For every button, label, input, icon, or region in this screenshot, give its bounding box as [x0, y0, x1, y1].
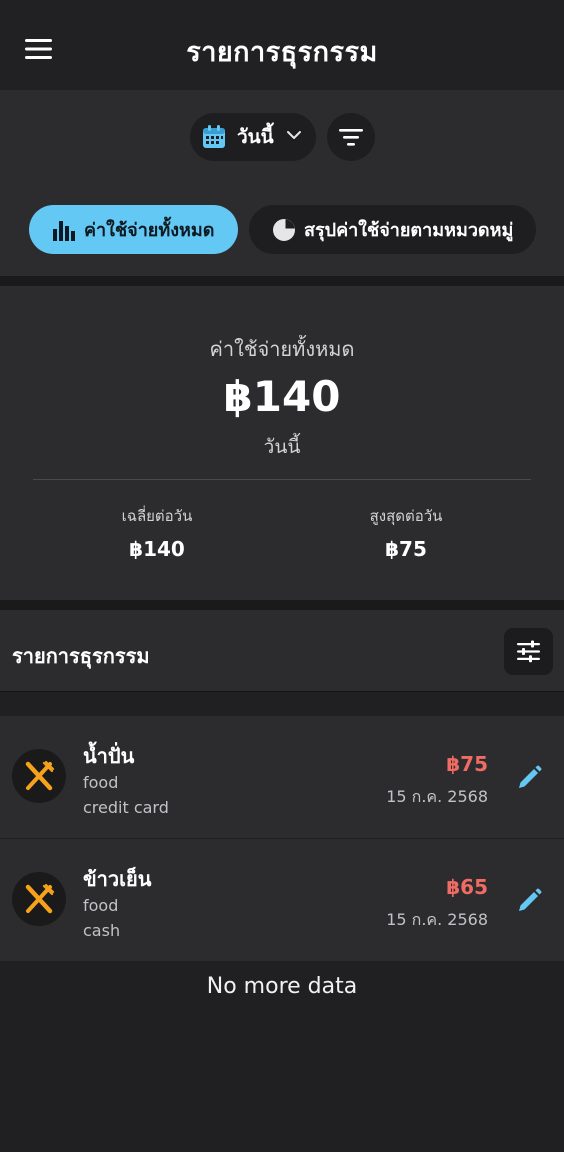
transaction-item[interactable]: ข้าวเย็น food cash ฿65 15 ก.ค. 2568: [0, 839, 564, 961]
max-value: ฿75: [385, 537, 427, 561]
pie-chart-icon: [273, 218, 295, 241]
section-divider: [0, 600, 564, 610]
sliders-icon: [517, 640, 540, 663]
tab-label: ค่าใช้จ่ายทั้งหมด: [84, 220, 215, 241]
edit-icon[interactable]: [515, 764, 543, 792]
summary-total: ฿140: [223, 372, 341, 421]
page-title: รายการธุรกรรม: [186, 37, 378, 68]
tab-total-expenses[interactable]: ค่าใช้จ่ายทั้งหมด: [29, 205, 238, 254]
transaction-date: 15 ก.ค. 2568: [386, 787, 488, 806]
average-value: ฿140: [129, 537, 185, 561]
date-range-label: วันนี้: [237, 126, 274, 148]
category-avatar: [12, 749, 66, 803]
transaction-payment-method: cash: [83, 921, 121, 940]
transaction-name: ข้าวเย็น: [83, 867, 152, 891]
edit-icon[interactable]: [515, 887, 543, 915]
max-label: สูงสุดต่อวัน: [369, 507, 443, 525]
app-bar: รายการธุรกรรม: [0, 0, 564, 90]
calendar-icon: [203, 125, 225, 148]
end-of-list-text: No more data: [206, 974, 358, 999]
fork-knife-icon: [25, 760, 55, 791]
transaction-amount: ฿75: [446, 752, 488, 776]
filter-button[interactable]: [327, 113, 375, 161]
bar-chart-icon: [53, 220, 75, 241]
chevron-down-icon: [287, 131, 301, 139]
transaction-date: 15 ก.ค. 2568: [386, 910, 488, 929]
transaction-item[interactable]: น้ำปั่น food credit card ฿75 15 ก.ค. 256…: [0, 716, 564, 838]
transactions-title: รายการธุรกรรม: [12, 644, 150, 668]
filter-controls: วันนี้ ค่าใช้จ่ายทั้งหมด สรุปค่าใช้จ่ายต…: [0, 90, 564, 276]
expense-summary-card: ค่าใช้จ่ายทั้งหมด ฿140 วันนี้ เฉลี่ยต่อว…: [0, 286, 564, 600]
transaction-category: food: [83, 896, 119, 915]
transaction-name: น้ำปั่น: [83, 744, 135, 768]
summary-period: วันนี้: [263, 436, 301, 458]
max-per-day: สูงสุดต่อวัน ฿75: [306, 504, 506, 561]
fork-knife-icon: [25, 883, 55, 914]
date-range-dropdown[interactable]: วันนี้: [190, 113, 316, 161]
summary-divider: [33, 479, 531, 480]
category-avatar: [12, 872, 66, 926]
transactions-header: รายการธุรกรรม: [0, 610, 564, 692]
transaction-category: food: [83, 773, 119, 792]
summary-label: ค่าใช้จ่ายทั้งหมด: [209, 337, 355, 361]
section-divider: [0, 276, 564, 286]
tab-label: สรุปค่าใช้จ่ายตามหมวดหมู่: [304, 220, 514, 241]
list-settings-button[interactable]: [504, 628, 553, 675]
average-per-day: เฉลี่ยต่อวัน ฿140: [57, 504, 257, 561]
filter-icon: [339, 129, 363, 146]
average-label: เฉลี่ยต่อวัน: [121, 507, 193, 525]
transaction-payment-method: credit card: [83, 798, 169, 817]
transaction-amount: ฿65: [446, 875, 488, 899]
tab-category-summary[interactable]: สรุปค่าใช้จ่ายตามหมวดหมู่: [249, 205, 536, 254]
